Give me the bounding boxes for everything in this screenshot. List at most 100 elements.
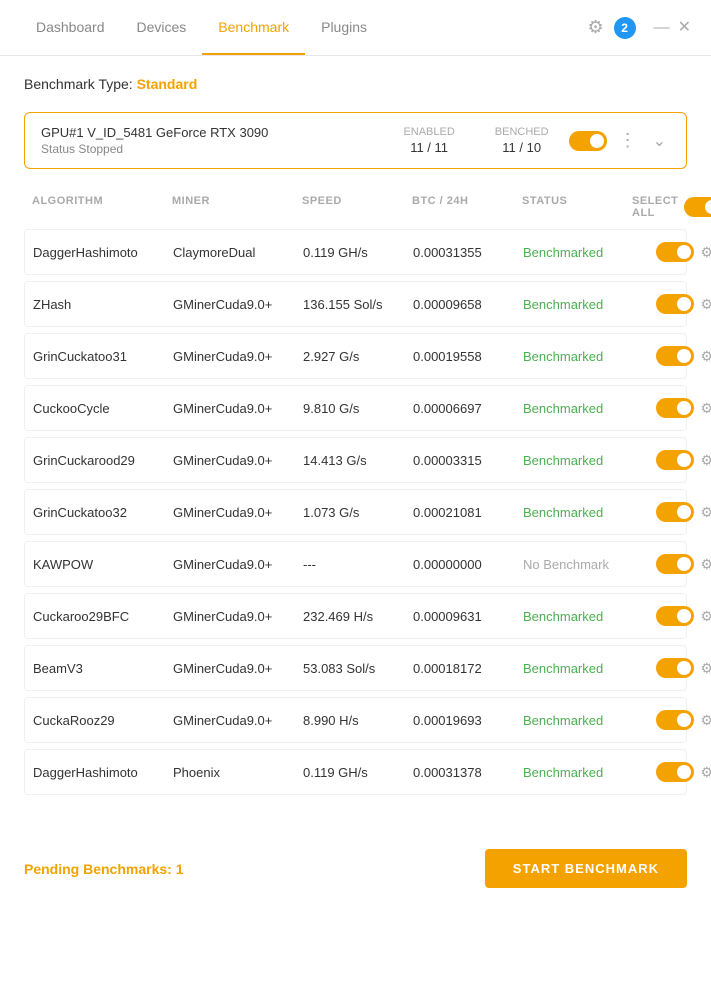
cell-controls: ⚙	[633, 398, 711, 418]
cell-miner: GMinerCuda9.0+	[173, 401, 303, 416]
table-row: GrinCuckatoo32 GMinerCuda9.0+ 1.073 G/s …	[24, 489, 687, 535]
row-settings-8[interactable]: ⚙	[700, 660, 711, 677]
row-toggle-5[interactable]	[656, 502, 694, 522]
row-toggle-7[interactable]	[656, 606, 694, 626]
row-settings-3[interactable]: ⚙	[700, 400, 711, 417]
benched-value: 11 / 10	[495, 140, 549, 155]
table-header: ALGORITHM MINER SPEED BTC / 24H STATUS S…	[24, 189, 687, 225]
cell-btc: 0.00009658	[413, 297, 523, 312]
select-all-toggle[interactable]	[684, 197, 711, 217]
notification-badge[interactable]: 2	[614, 17, 636, 39]
row-settings-2[interactable]: ⚙	[700, 348, 711, 365]
enabled-label: ENABLED	[403, 126, 454, 138]
col-status: STATUS	[522, 195, 632, 219]
cell-miner: Phoenix	[173, 765, 303, 780]
cell-btc: 0.00031378	[413, 765, 523, 780]
row-toggle-8[interactable]	[656, 658, 694, 678]
row-toggle-10[interactable]	[656, 762, 694, 782]
cell-controls: ⚙	[633, 294, 711, 314]
cell-speed: 136.155 Sol/s	[303, 297, 413, 312]
cell-controls: ⚙	[633, 242, 711, 262]
cell-speed: 8.990 H/s	[303, 713, 413, 728]
gpu-controls: ⋮ ⌄	[569, 128, 670, 153]
row-toggle-2[interactable]	[656, 346, 694, 366]
cell-speed: 1.073 G/s	[303, 505, 413, 520]
cell-btc: 0.00006697	[413, 401, 523, 416]
cell-btc: 0.00019558	[413, 349, 523, 364]
table-row: ZHash GMinerCuda9.0+ 136.155 Sol/s 0.000…	[24, 281, 687, 327]
cell-controls: ⚙	[633, 606, 711, 626]
benchmark-type-text: Standard	[137, 76, 198, 92]
start-benchmark-button[interactable]: START BENCHMARK	[485, 849, 687, 888]
row-settings-9[interactable]: ⚙	[700, 712, 711, 729]
nav-tabs: Dashboard Devices Benchmark Plugins	[20, 1, 587, 54]
main-content: Benchmark Type: Standard GPU#1 V_ID_5481…	[0, 56, 711, 821]
footer: Pending Benchmarks: 1 START BENCHMARK	[0, 829, 711, 908]
table-row: CuckaRooz29 GMinerCuda9.0+ 8.990 H/s 0.0…	[24, 697, 687, 743]
cell-miner: GMinerCuda9.0+	[173, 713, 303, 728]
minimize-button[interactable]: —	[654, 20, 670, 36]
row-settings-4[interactable]: ⚙	[700, 452, 711, 469]
cell-btc: 0.00031355	[413, 245, 523, 260]
table-row: GrinCuckarood29 GMinerCuda9.0+ 14.413 G/…	[24, 437, 687, 483]
cell-speed: ---	[303, 557, 413, 572]
col-miner: MINER	[172, 195, 302, 219]
row-settings-10[interactable]: ⚙	[700, 764, 711, 781]
settings-icon[interactable]: ⚙	[587, 17, 603, 38]
tab-benchmark[interactable]: Benchmark	[202, 1, 305, 55]
cell-controls: ⚙	[633, 450, 711, 470]
row-toggle-9[interactable]	[656, 710, 694, 730]
table-row: KAWPOW GMinerCuda9.0+ --- 0.00000000 No …	[24, 541, 687, 587]
cell-miner: ClaymoreDual	[173, 245, 303, 260]
gpu-expand-button[interactable]: ⌄	[649, 129, 670, 153]
table-row: CuckooCycle GMinerCuda9.0+ 9.810 G/s 0.0…	[24, 385, 687, 431]
tab-plugins[interactable]: Plugins	[305, 1, 383, 55]
tab-dashboard[interactable]: Dashboard	[20, 1, 121, 55]
cell-status: Benchmarked	[523, 661, 633, 676]
cell-speed: 0.119 GH/s	[303, 245, 413, 260]
benchmark-type: Benchmark Type: Standard	[24, 76, 687, 92]
table-row: DaggerHashimoto ClaymoreDual 0.119 GH/s …	[24, 229, 687, 275]
algo-table: ALGORITHM MINER SPEED BTC / 24H STATUS S…	[24, 189, 687, 795]
gpu-status-text: Status Stopped	[41, 142, 403, 156]
gpu-info: GPU#1 V_ID_5481 GeForce RTX 3090 Status …	[41, 125, 403, 156]
cell-btc: 0.00009631	[413, 609, 523, 624]
row-toggle-0[interactable]	[656, 242, 694, 262]
tab-devices[interactable]: Devices	[121, 1, 203, 55]
col-algorithm: ALGORITHM	[32, 195, 172, 219]
cell-miner: GMinerCuda9.0+	[173, 453, 303, 468]
row-settings-5[interactable]: ⚙	[700, 504, 711, 521]
close-button[interactable]: ✕	[678, 20, 691, 36]
cell-status: Benchmarked	[523, 245, 633, 260]
pending-benchmarks-label: Pending Benchmarks: 1	[24, 861, 184, 877]
gpu-name: GPU#1 V_ID_5481 GeForce RTX 3090	[41, 125, 403, 140]
row-toggle-1[interactable]	[656, 294, 694, 314]
row-settings-6[interactable]: ⚙	[700, 556, 711, 573]
cell-algorithm: ZHash	[33, 297, 173, 312]
gpu-toggle[interactable]	[569, 131, 607, 151]
cell-status: Benchmarked	[523, 401, 633, 416]
cell-speed: 14.413 G/s	[303, 453, 413, 468]
cell-miner: GMinerCuda9.0+	[173, 609, 303, 624]
cell-speed: 232.469 H/s	[303, 609, 413, 624]
row-settings-1[interactable]: ⚙	[700, 296, 711, 313]
table-row: BeamV3 GMinerCuda9.0+ 53.083 Sol/s 0.000…	[24, 645, 687, 691]
cell-status: Benchmarked	[523, 297, 633, 312]
row-settings-0[interactable]: ⚙	[700, 244, 711, 261]
cell-algorithm: CuckooCycle	[33, 401, 173, 416]
cell-status: Benchmarked	[523, 609, 633, 624]
cell-miner: GMinerCuda9.0+	[173, 557, 303, 572]
cell-controls: ⚙	[633, 762, 711, 782]
cell-algorithm: CuckaRooz29	[33, 713, 173, 728]
row-settings-7[interactable]: ⚙	[700, 608, 711, 625]
cell-status: No Benchmark	[523, 557, 633, 572]
cell-controls: ⚙	[633, 554, 711, 574]
row-toggle-3[interactable]	[656, 398, 694, 418]
row-toggle-4[interactable]	[656, 450, 694, 470]
cell-speed: 2.927 G/s	[303, 349, 413, 364]
cell-controls: ⚙	[633, 710, 711, 730]
gpu-menu-button[interactable]: ⋮	[615, 128, 641, 153]
cell-btc: 0.00021081	[413, 505, 523, 520]
cell-algorithm: DaggerHashimoto	[33, 245, 173, 260]
row-toggle-6[interactable]	[656, 554, 694, 574]
